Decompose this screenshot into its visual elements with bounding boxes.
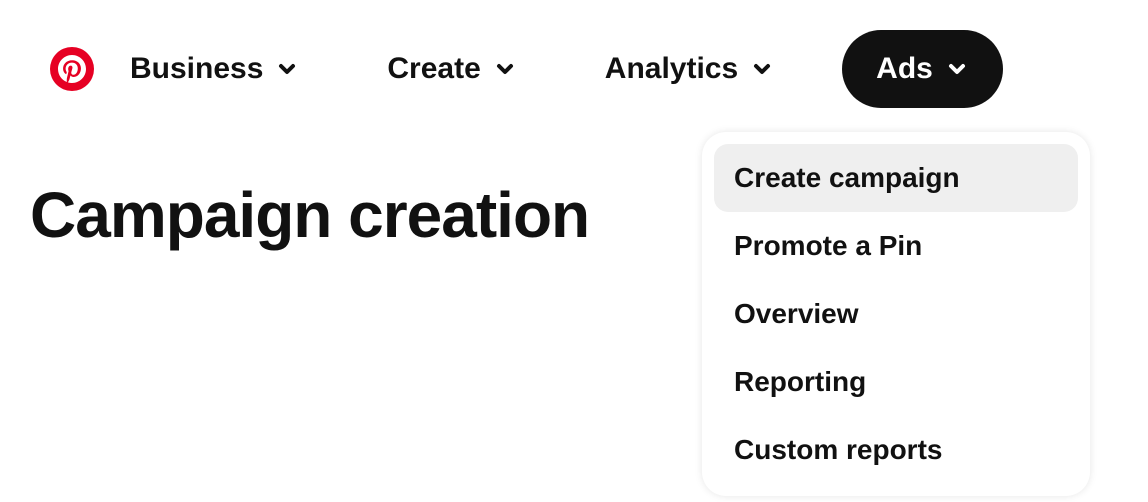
dropdown-item-promote-pin[interactable]: Promote a Pin: [714, 212, 1078, 280]
dropdown-item-label: Promote a Pin: [734, 230, 922, 261]
nav-create-label: Create: [387, 52, 480, 86]
nav-ads[interactable]: Ads: [842, 30, 1003, 108]
dropdown-item-label: Create campaign: [734, 162, 960, 193]
logo-wrapper: [50, 47, 94, 91]
pinterest-icon: [58, 55, 86, 83]
nav-business-label: Business: [130, 52, 263, 86]
pinterest-logo[interactable]: [50, 47, 94, 91]
dropdown-item-overview[interactable]: Overview: [714, 280, 1078, 348]
nav-ads-label: Ads: [876, 52, 933, 86]
top-nav: Business Create Analytics Ads: [0, 0, 1148, 138]
chevron-down-icon: [945, 57, 969, 81]
dropdown-item-create-campaign[interactable]: Create campaign: [714, 144, 1078, 212]
dropdown-item-label: Custom reports: [734, 434, 942, 465]
nav-create[interactable]: Create: [367, 40, 536, 98]
chevron-down-icon: [493, 57, 517, 81]
nav-analytics[interactable]: Analytics: [585, 40, 794, 98]
dropdown-item-label: Reporting: [734, 366, 866, 397]
chevron-down-icon: [750, 57, 774, 81]
dropdown-item-label: Overview: [734, 298, 859, 329]
dropdown-item-custom-reports[interactable]: Custom reports: [714, 416, 1078, 484]
ads-dropdown: Create campaign Promote a Pin Overview R…: [702, 132, 1090, 496]
dropdown-item-reporting[interactable]: Reporting: [714, 348, 1078, 416]
chevron-down-icon: [275, 57, 299, 81]
nav-analytics-label: Analytics: [605, 52, 738, 86]
nav-business[interactable]: Business: [110, 40, 319, 98]
